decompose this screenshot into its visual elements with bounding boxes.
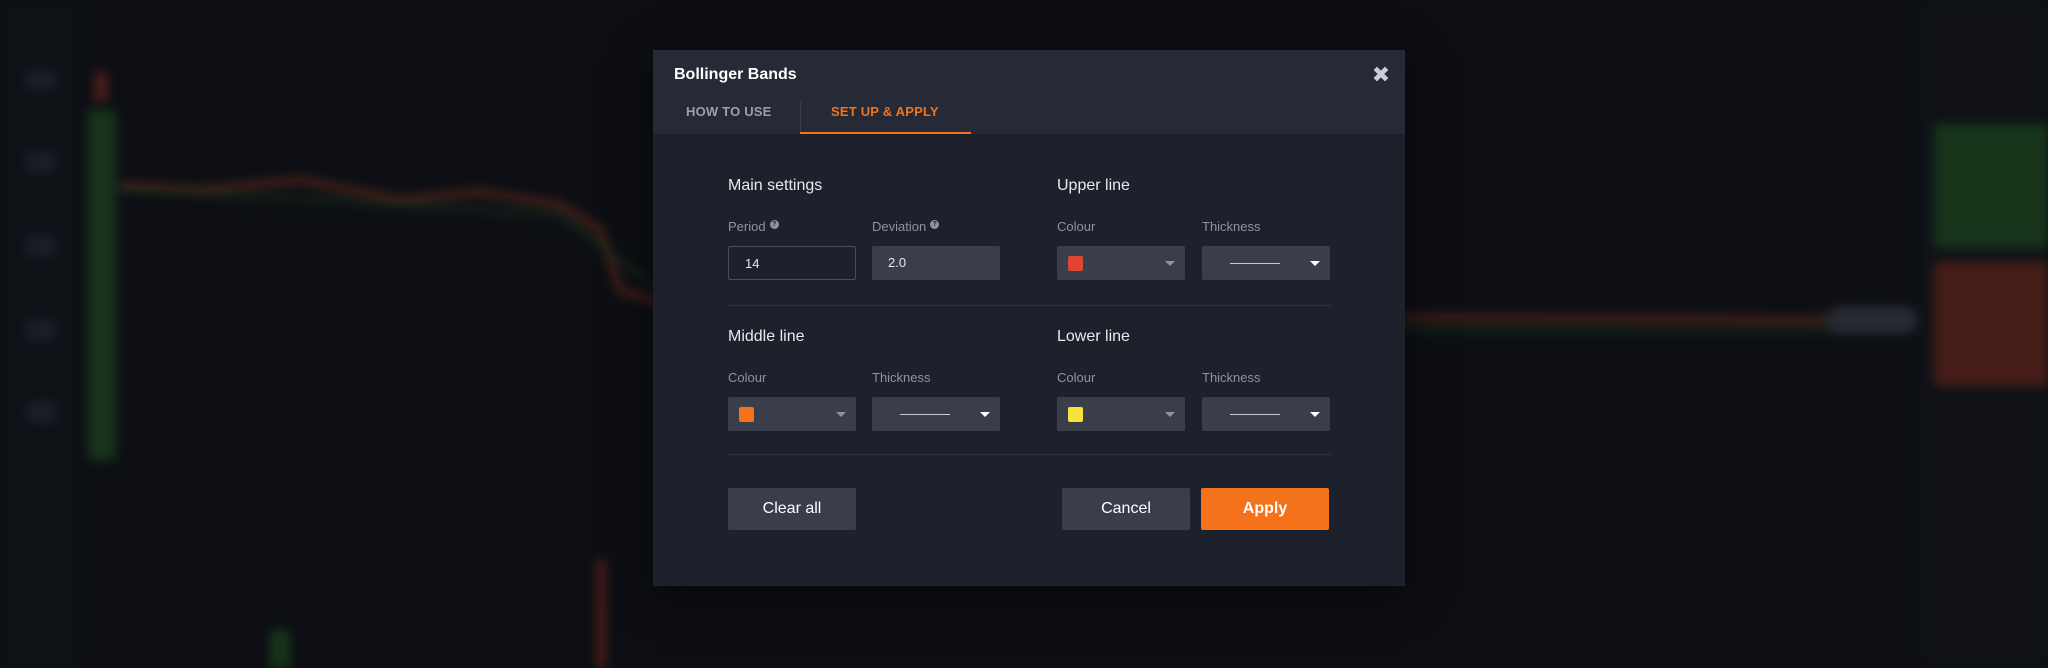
section-divider [728,305,1332,306]
indicator-settings-dialog: Bollinger Bands ✖ HOW TO USE SET UP & AP… [653,50,1405,586]
dialog-title: Bollinger Bands [674,66,797,83]
period-input[interactable]: 14 [728,246,856,280]
upper-thickness-select[interactable] [1202,246,1330,280]
tab-set-up-apply[interactable]: SET UP & APPLY [831,104,939,134]
line-thickness-sample [1230,414,1280,415]
deviation-label-text: Deviation [872,219,927,234]
chevron-down-icon [1165,261,1175,266]
dialog-header: Bollinger Bands ✖ HOW TO USE SET UP & AP… [653,50,1405,134]
help-icon[interactable]: ? [930,220,940,229]
upper-colour-label: Colour [1057,219,1096,234]
chevron-down-icon [980,412,990,417]
middle-colour-swatch [739,407,754,422]
lower-colour-label: Colour [1057,370,1096,385]
deviation-label: Deviation? [872,219,940,234]
active-tab-indicator [800,132,971,134]
clear-all-button[interactable]: Clear all [728,488,856,530]
period-label-text: Period [728,219,766,234]
line-thickness-sample [1230,263,1280,264]
chevron-down-icon [836,412,846,417]
upper-line-title: Upper line [1057,177,1130,194]
middle-thickness-select[interactable] [872,397,1000,431]
tab-divider [800,102,801,134]
lower-thickness-select[interactable] [1202,397,1330,431]
chevron-down-icon [1310,261,1320,266]
middle-thickness-label: Thickness [872,370,931,385]
deviation-input[interactable]: 2.0 [872,246,1000,280]
lower-colour-swatch [1068,407,1083,422]
upper-thickness-label: Thickness [1202,219,1261,234]
lower-colour-select[interactable] [1057,397,1185,431]
help-icon[interactable]: ? [769,220,779,229]
middle-colour-select[interactable] [728,397,856,431]
lower-thickness-label: Thickness [1202,370,1261,385]
main-settings-title: Main settings [728,177,823,194]
chevron-down-icon [1165,412,1175,417]
close-icon[interactable]: ✖ [1370,64,1392,86]
lower-line-title: Lower line [1057,328,1130,345]
period-label: Period? [728,219,779,234]
section-divider [728,454,1332,455]
line-thickness-sample [900,414,950,415]
upper-colour-select[interactable] [1057,246,1185,280]
upper-colour-swatch [1068,256,1083,271]
middle-line-title: Middle line [728,328,805,345]
chevron-down-icon [1310,412,1320,417]
middle-colour-label: Colour [728,370,767,385]
tab-how-to-use[interactable]: HOW TO USE [686,104,772,134]
apply-button[interactable]: Apply [1201,488,1329,530]
cancel-button[interactable]: Cancel [1062,488,1190,530]
